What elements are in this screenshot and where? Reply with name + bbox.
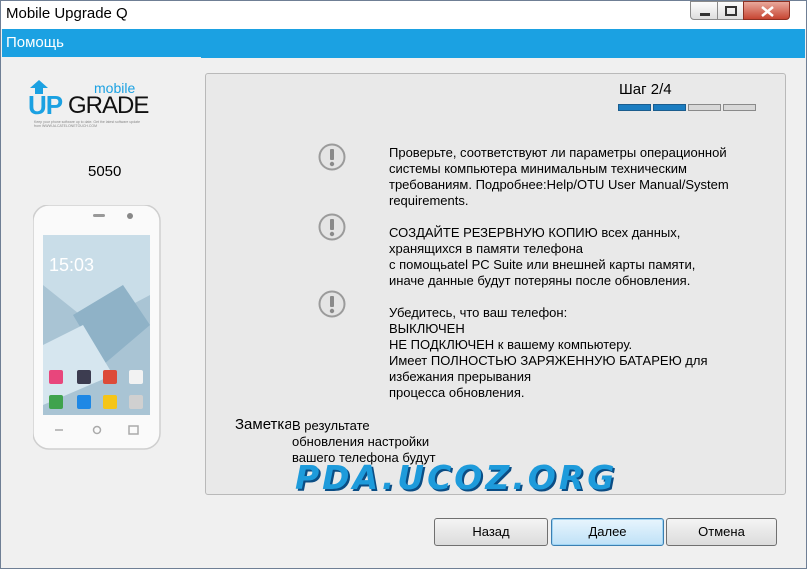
logo-tagline: Keep your phone software up to date. Get… [34,120,141,128]
watermark: PDA.UCOZ.ORG [295,458,618,497]
requirement-phone-state-text: Убедитесь, что ваш телефон: ВЫКЛЮЧЕН НЕ … [389,305,708,400]
requirement-backup-text: СОЗДАЙТЕ РЕЗЕРВНУЮ КОПИЮ всех данных, хр… [389,225,696,288]
step-segment-1 [618,104,651,111]
requirement-os-text: Проверьте, соответствуют ли параметры оп… [389,145,729,208]
minimize-button[interactable] [690,1,718,20]
logo-up-text: UP [28,90,63,120]
title-bar[interactable]: Mobile Upgrade Q [1,1,806,29]
maximize-icon [725,6,737,16]
logo-grade-text: GRADE [68,92,149,119]
step-segment-3 [688,104,721,111]
step-progress [618,104,758,111]
upgrade-logo: mobile UP GRADE Keep your phone software… [28,80,149,130]
close-button[interactable] [743,1,790,20]
warning-icon [318,213,346,241]
next-button[interactable]: Далее [551,518,664,546]
window-title: Mobile Upgrade Q [6,5,128,22]
page-header: Помощь [2,29,805,58]
device-model: 5050 [88,163,122,180]
step-segment-2 [653,104,686,111]
close-icon [761,6,774,17]
back-button[interactable]: Назад [434,518,548,546]
phone-clock: 15:03 [49,255,94,275]
warning-icon [318,290,346,318]
note-label: Заметка [235,416,291,433]
cancel-button[interactable]: Отмена [666,518,777,546]
phone-image: 15:03 [33,205,161,450]
maximize-button[interactable] [717,1,744,20]
step-label: Шаг 2/4 [619,81,672,98]
step-segment-4 [723,104,756,111]
minimize-icon [700,13,710,16]
page-title: Помощь [6,34,64,51]
warning-icon [318,143,346,171]
